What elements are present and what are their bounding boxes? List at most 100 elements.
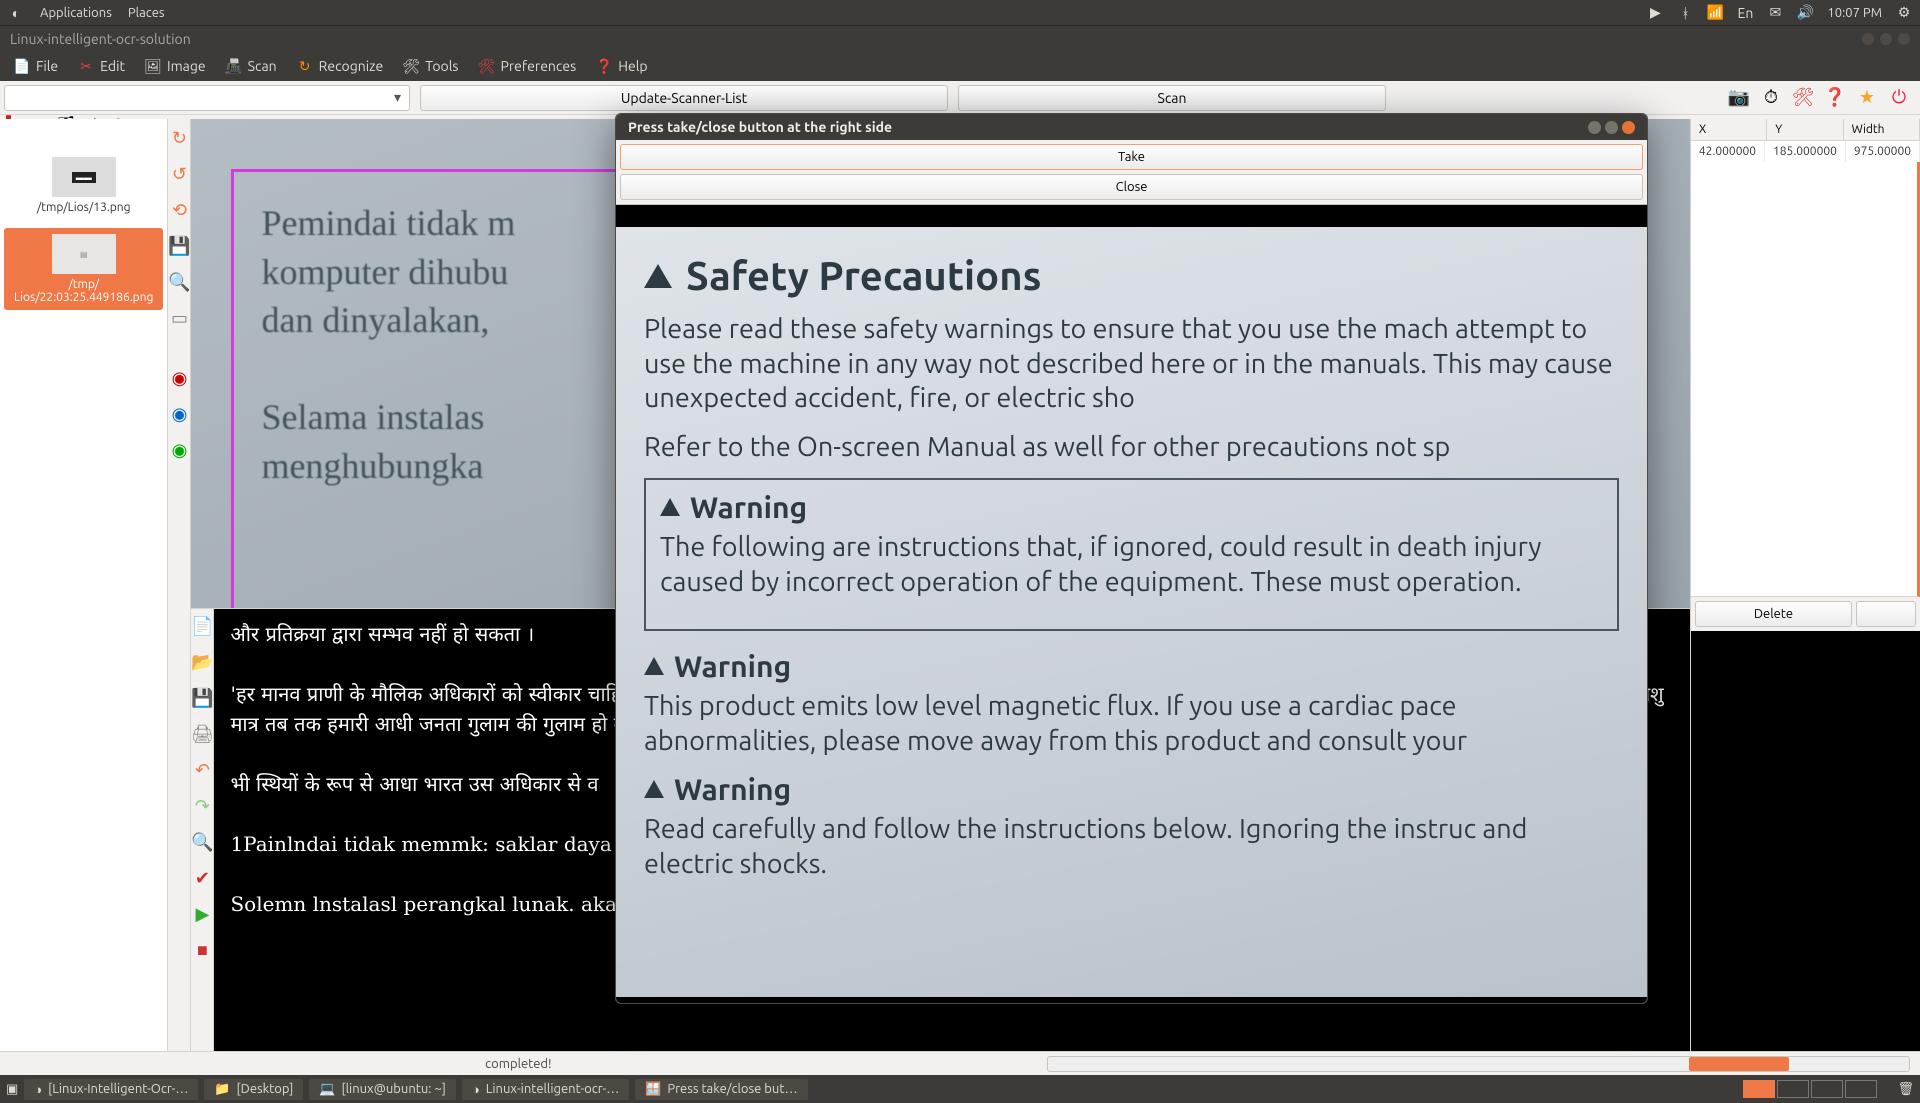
workspace-2[interactable] <box>1777 1080 1809 1098</box>
scan-icon: 📠 <box>226 58 242 74</box>
stop-icon[interactable]: ■ <box>191 939 213 961</box>
thumbnail-item-selected[interactable]: ▤ /tmp/ Lios/22:03:25.449186.png <box>4 228 163 310</box>
find-icon[interactable]: 🔍 <box>191 831 213 853</box>
menu-edit[interactable]: ✂Edit <box>70 55 133 77</box>
volume-icon[interactable]: 🔊 <box>1797 5 1813 21</box>
power-icon[interactable]: ⏻ <box>1888 87 1910 109</box>
mail-tray-icon[interactable]: ▶ <box>1647 5 1663 21</box>
settings-icon[interactable]: 🛠 <box>1792 87 1814 109</box>
workspace-switcher <box>1741 1080 1877 1098</box>
right-toolbar-icons: 📷 ⏱ 🛠 ❓ ★ ⏻ <box>1728 87 1910 109</box>
menu-recognize[interactable]: ↻Recognize <box>289 55 392 77</box>
workspace-1[interactable] <box>1743 1080 1775 1098</box>
workspace-3[interactable] <box>1811 1080 1843 1098</box>
print-icon[interactable]: 🖨 <box>191 723 213 745</box>
camera-icon[interactable]: 📷 <box>1728 87 1750 109</box>
window-title: Linux-intelligent-ocr-solution <box>10 31 191 47</box>
thumbnail-panel: ▬▬ /tmp/Lios/13.png ▤ /tmp/ Lios/22:03:2… <box>0 119 168 1051</box>
thumbnail-item[interactable]: ▬▬ /tmp/Lios/13.png <box>31 153 137 218</box>
warning-triangle-icon <box>660 498 680 516</box>
clock[interactable]: 10:07 PM <box>1827 6 1882 20</box>
progress-bar-fill <box>1689 1057 1789 1071</box>
take-button[interactable]: Take <box>620 144 1643 170</box>
new-text-icon[interactable]: 📄 <box>191 615 213 637</box>
trash-icon[interactable]: 🗑 <box>1897 1082 1914 1097</box>
status-message: completed! <box>0 1057 1037 1071</box>
rotate-left-icon[interactable]: ↺ <box>168 163 190 185</box>
bluetooth-icon[interactable]: ᚼ <box>1677 5 1693 21</box>
region-table-row[interactable]: 42.000000 185.000000 975.00000 <box>1691 141 1920 162</box>
gnome-applications[interactable]: Applications <box>40 6 112 20</box>
fit-window-icon[interactable]: ▭ <box>168 307 190 329</box>
rotate-180-icon[interactable]: ⟲ <box>168 199 190 221</box>
timer-icon[interactable]: ⏱ <box>1760 87 1782 109</box>
maximize-button[interactable] <box>1880 33 1892 45</box>
help-toolbar-icon[interactable]: ❓ <box>1824 87 1846 109</box>
region-red-icon[interactable]: ◉ <box>168 367 190 389</box>
dialog-close-button[interactable] <box>1622 121 1635 134</box>
app-icon: ◑ <box>34 1082 42 1097</box>
zoom-icon[interactable]: 🔍 <box>168 271 190 293</box>
thumbnail-path: /tmp/ Lios/22:03:25.449186.png <box>14 278 153 304</box>
status-bar: completed! <box>0 1051 1920 1075</box>
rotate-right-icon[interactable]: ↻ <box>168 127 190 149</box>
star-icon[interactable]: ★ <box>1856 87 1878 109</box>
redo-icon[interactable]: ↷ <box>191 795 213 817</box>
thumbnail-image: ▬▬ <box>52 157 116 197</box>
power-menu-icon[interactable]: ⚙ <box>1896 5 1912 21</box>
preview-document: Safety Precautions Please read these saf… <box>616 227 1647 997</box>
taskbar-item[interactable]: 💻[linux@ubuntu: ~] <box>309 1079 456 1100</box>
show-desktop-icon[interactable]: ▣ <box>6 1082 18 1097</box>
update-scanner-list-button[interactable]: Update-Scanner-List <box>420 85 948 111</box>
gnome-top-panel: ◐ Applications Places ▶ ᚼ 📶 En ✉ 🔊 10:07… <box>0 0 1920 25</box>
keyboard-lang-icon[interactable]: En <box>1737 5 1753 21</box>
scanner-dropdown[interactable]: ▾ <box>4 85 410 111</box>
region-green-icon[interactable]: ◉ <box>168 439 190 461</box>
file-icon: 📄 <box>14 58 30 74</box>
ubuntu-logo-icon[interactable]: ◐ <box>8 5 24 21</box>
folder-icon: 📁 <box>214 1082 230 1097</box>
cell-x: 42.000000 <box>1691 141 1765 162</box>
recognize-icon: ↻ <box>297 58 313 74</box>
open-text-icon[interactable]: 📂 <box>191 651 213 673</box>
menu-tools[interactable]: 🛠Tools <box>395 55 466 77</box>
regions-panel: X Y Width 42.000000 185.000000 975.00000… <box>1690 119 1920 1051</box>
gnome-places[interactable]: Places <box>128 6 165 20</box>
warning-triangle-icon <box>644 264 672 288</box>
terminal-icon: 💻 <box>319 1082 335 1097</box>
taskbar-item[interactable]: ◑Linux-intelligent-ocr-… <box>462 1079 629 1100</box>
app-icon: ◑ <box>472 1082 480 1097</box>
edit-icon: ✂ <box>78 58 94 74</box>
play-icon[interactable]: ▶ <box>191 903 213 925</box>
undo-icon[interactable]: ↶ <box>191 759 213 781</box>
scan-button[interactable]: Scan <box>958 85 1386 111</box>
taskbar-item[interactable]: 📁[Desktop] <box>204 1079 303 1100</box>
wifi-icon[interactable]: 📶 <box>1707 5 1723 21</box>
menu-preferences[interactable]: 🛠Preferences <box>470 55 584 77</box>
cell-y: 185.000000 <box>1765 141 1846 162</box>
delete-region-button[interactable]: Delete <box>1695 601 1852 627</box>
text-tools-toolbar: 📄 📂 💾 🖨 ↶ ↷ 🔍 ✔ ▶ ■ <box>191 609 214 1051</box>
region-list[interactable] <box>1691 162 1920 597</box>
menu-image[interactable]: 🖼Image <box>137 55 214 77</box>
empty-region-button[interactable] <box>1856 601 1916 627</box>
dialog-titlebar[interactable]: Press take/close button at the right sid… <box>616 114 1647 140</box>
preferences-icon: 🛠 <box>478 58 494 74</box>
save-text-icon[interactable]: 💾 <box>191 687 213 709</box>
minimize-button[interactable] <box>1862 33 1874 45</box>
spellcheck-icon[interactable]: ✔ <box>191 867 213 889</box>
taskbar-item[interactable]: ◑[Linux-Intelligent-Ocr-… <box>24 1079 198 1100</box>
taskbar-item[interactable]: 🪟Press take/close but… <box>635 1079 807 1100</box>
messages-icon[interactable]: ✉ <box>1767 5 1783 21</box>
window-controls <box>1862 33 1910 45</box>
menu-help[interactable]: ❓Help <box>588 55 655 77</box>
menu-file[interactable]: 📄File <box>6 55 66 77</box>
dialog-maximize-button[interactable] <box>1605 121 1618 134</box>
dialog-minimize-button[interactable] <box>1588 121 1601 134</box>
region-blue-icon[interactable]: ◉ <box>168 403 190 425</box>
close-button[interactable] <box>1898 33 1910 45</box>
workspace-4[interactable] <box>1845 1080 1877 1098</box>
menu-scan[interactable]: 📠Scan <box>218 55 285 77</box>
close-button[interactable]: Close <box>620 174 1643 200</box>
save-image-icon[interactable]: 💾 <box>168 235 190 257</box>
